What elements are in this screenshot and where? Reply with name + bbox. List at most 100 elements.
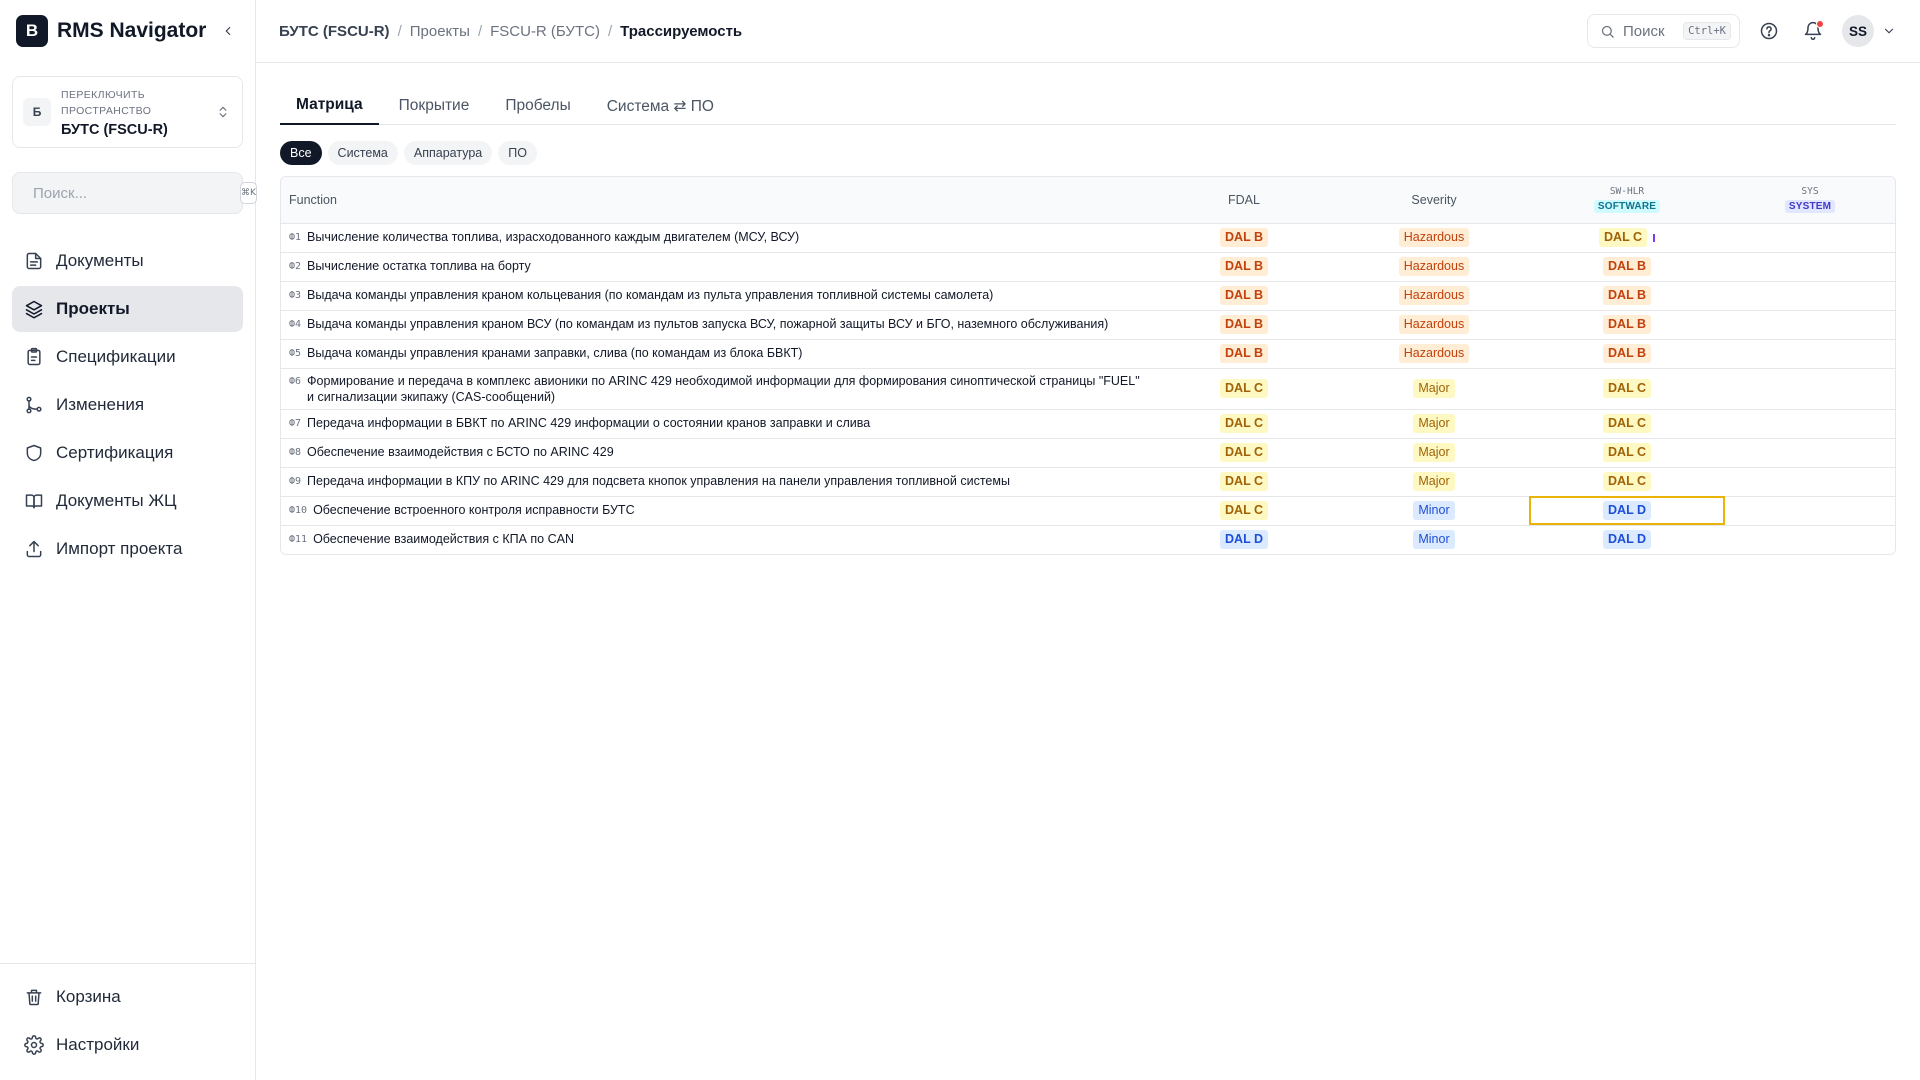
sys-cell[interactable] — [1725, 525, 1895, 554]
global-search-button[interactable]: Поиск Ctrl+K — [1587, 14, 1740, 48]
fdal-badge: DAL B — [1220, 344, 1268, 363]
function-cell: Ф8 Обеспечение взаимодействия с БСТО по A… — [281, 438, 1149, 467]
fdal-badge: DAL B — [1220, 315, 1268, 334]
sys-cell[interactable] — [1725, 467, 1895, 496]
tab-gaps[interactable]: Пробелы — [489, 87, 586, 125]
sys-cell[interactable] — [1725, 310, 1895, 339]
table-row[interactable]: Ф3 Выдача команды управления краном кольц… — [281, 281, 1895, 310]
function-cell: Ф11 Обеспечение взаимодействия с КПА по C… — [281, 525, 1149, 554]
table-row[interactable]: Ф6 Формирование и передача в комплекс ави… — [281, 368, 1895, 409]
breadcrumb-current: Трассируемость — [620, 22, 743, 40]
sidebar-item-certification[interactable]: Сертификация — [12, 430, 243, 476]
sw-hlr-cell[interactable]: DAL B — [1529, 339, 1725, 368]
sys-cell[interactable] — [1725, 223, 1895, 252]
fdal-badge: DAL B — [1220, 257, 1268, 276]
sw-hlr-cell[interactable]: DAL C — [1529, 223, 1725, 252]
table-row[interactable]: Ф8 Обеспечение взаимодействия с БСТО по A… — [281, 438, 1895, 467]
traceability-matrix: Function FDAL Severity SW-HLR SOFTWARE S… — [280, 176, 1896, 555]
user-menu[interactable]: SS — [1842, 15, 1896, 47]
sw-hlr-badge: DAL C — [1603, 472, 1651, 491]
sidebar-item-lifecycle-docs[interactable]: Документы ЖЦ — [12, 478, 243, 524]
severity-cell: Hazardous — [1339, 252, 1529, 281]
shield-icon — [26, 444, 42, 462]
tab-matrix[interactable]: Матрица — [280, 87, 379, 125]
sw-hlr-cell[interactable]: DAL C — [1529, 409, 1725, 438]
table-row[interactable]: Ф5 Выдача команды управления кранами запр… — [281, 339, 1895, 368]
sys-cell[interactable] — [1725, 281, 1895, 310]
sidebar-item-projects[interactable]: Проекты — [12, 286, 243, 332]
sidebar-item-trash[interactable]: Корзина — [12, 974, 243, 1020]
fdal-cell: DAL C — [1149, 438, 1339, 467]
table-row[interactable]: Ф7 Передача информации в БВКТ по ARINC 42… — [281, 409, 1895, 438]
sidebar-search-input[interactable] — [33, 184, 232, 202]
table-row[interactable]: Ф11 Обеспечение взаимодействия с КПА по C… — [281, 525, 1895, 554]
function-cell: Ф7 Передача информации в БВКТ по ARINC 42… — [281, 409, 1149, 438]
sys-cell[interactable] — [1725, 339, 1895, 368]
sw-hlr-badge: DAL C — [1599, 228, 1647, 247]
severity-badge: Minor — [1413, 530, 1455, 550]
function-code: Ф4 — [289, 319, 302, 330]
function-cell: Ф10 Обеспечение встроенного контроля испр… — [281, 496, 1149, 525]
table-row[interactable]: Ф1 Вычисление количества топлива, израсхо… — [281, 223, 1895, 252]
sidebar-item-specifications[interactable]: Спецификации — [12, 334, 243, 380]
sw-hlr-cell[interactable]: DAL C — [1529, 368, 1725, 409]
filter-system[interactable]: Система — [327, 141, 398, 165]
clipboard-icon — [27, 347, 41, 366]
breadcrumb-projects[interactable]: Проекты — [410, 23, 470, 40]
sys-cell[interactable] — [1725, 438, 1895, 467]
sidebar-search[interactable]: ⌘K — [12, 172, 257, 214]
breadcrumb-space[interactable]: БУТС (FSCU-R) — [279, 23, 390, 40]
header-sw-hlr[interactable]: SW-HLR SOFTWARE — [1529, 177, 1725, 223]
function-cell: Ф4 Выдача команды управления краном ВСУ (… — [281, 310, 1149, 339]
sw-hlr-badge: DAL D — [1603, 530, 1651, 550]
tab-coverage[interactable]: Покрытие — [383, 87, 486, 125]
filter-software[interactable]: ПО — [498, 141, 537, 165]
tab-system-software[interactable]: Система ⇄ ПО — [591, 87, 730, 125]
sidebar-item-settings[interactable]: Настройки — [12, 1022, 243, 1068]
function-name: Обеспечение взаимодействия с КПА по CAN — [313, 532, 574, 547]
sw-hlr-cell[interactable]: DAL C — [1529, 467, 1725, 496]
severity-badge: Major — [1413, 414, 1455, 433]
sidebar-item-changes[interactable]: Изменения — [12, 382, 243, 428]
notifications-button[interactable] — [1796, 14, 1830, 48]
function-name: Обеспечение встроенного контроля исправн… — [313, 503, 635, 517]
sidebar-item-import-project[interactable]: Импорт проекта — [12, 526, 243, 572]
table-row[interactable]: Ф2 Вычисление остатка топлива на борту DAL… — [281, 252, 1895, 281]
chevrons-up-down-icon — [219, 106, 227, 118]
help-button[interactable] — [1752, 14, 1786, 48]
sidebar-nav: Документы Проекты Спецификации Изменения… — [0, 238, 255, 572]
severity-cell: Major — [1339, 467, 1529, 496]
sw-hlr-cell[interactable]: DAL B — [1529, 310, 1725, 339]
sidebar-item-label: Спецификации — [56, 347, 176, 366]
header-fdal: FDAL — [1228, 192, 1260, 207]
sw-hlr-cell[interactable]: DAL B — [1529, 281, 1725, 310]
sw-hlr-cell[interactable]: DAL B — [1529, 252, 1725, 281]
sys-cell[interactable] — [1725, 409, 1895, 438]
sys-cell[interactable] — [1725, 368, 1895, 409]
sys-cell[interactable] — [1725, 496, 1895, 525]
header-sys[interactable]: SYS SYSTEM — [1725, 177, 1895, 223]
collapse-sidebar-button[interactable] — [217, 20, 239, 42]
breadcrumb-separator: / — [607, 22, 613, 40]
view-tabs: Матрица Покрытие Пробелы Система ⇄ ПО — [280, 87, 1896, 125]
table-row[interactable]: Ф9 Передача информации в КПУ по ARINC 429… — [281, 467, 1895, 496]
sw-hlr-cell[interactable]: DAL C — [1529, 438, 1725, 467]
function-name: Выдача команды управления краном ВСУ (по… — [307, 317, 1109, 331]
sw-hlr-cell[interactable]: DAL D — [1529, 525, 1725, 554]
table-row[interactable]: Ф4 Выдача команды управления краном ВСУ (… — [281, 310, 1895, 339]
sw-hlr-cell[interactable]: DAL D — [1529, 496, 1725, 525]
space-switcher[interactable]: Б ПЕРЕКЛЮЧИТЬ ПРОСТРАНСТВО БУТС (FSCU-R) — [12, 76, 243, 148]
sys-cell[interactable] — [1725, 252, 1895, 281]
filter-hardware[interactable]: Аппаратура — [403, 141, 493, 165]
header-sys-code: SYS — [1801, 186, 1819, 198]
breadcrumb-separator: / — [477, 22, 483, 40]
header-function: Function — [289, 192, 337, 207]
sidebar-item-documents[interactable]: Документы — [12, 238, 243, 284]
severity-cell: Major — [1339, 409, 1529, 438]
table-row[interactable]: Ф10 Обеспечение встроенного контроля испр… — [281, 496, 1895, 525]
chevron-left-icon — [225, 26, 231, 36]
global-search-shortcut: Ctrl+K — [1683, 22, 1731, 40]
app-root: B RMS Navigator Б ПЕРЕКЛЮЧИТЬ ПРОСТРАНСТ… — [0, 0, 1920, 1080]
breadcrumb-project[interactable]: FSCU-R (БУТС) — [490, 23, 600, 40]
filter-all[interactable]: Все — [280, 141, 322, 165]
